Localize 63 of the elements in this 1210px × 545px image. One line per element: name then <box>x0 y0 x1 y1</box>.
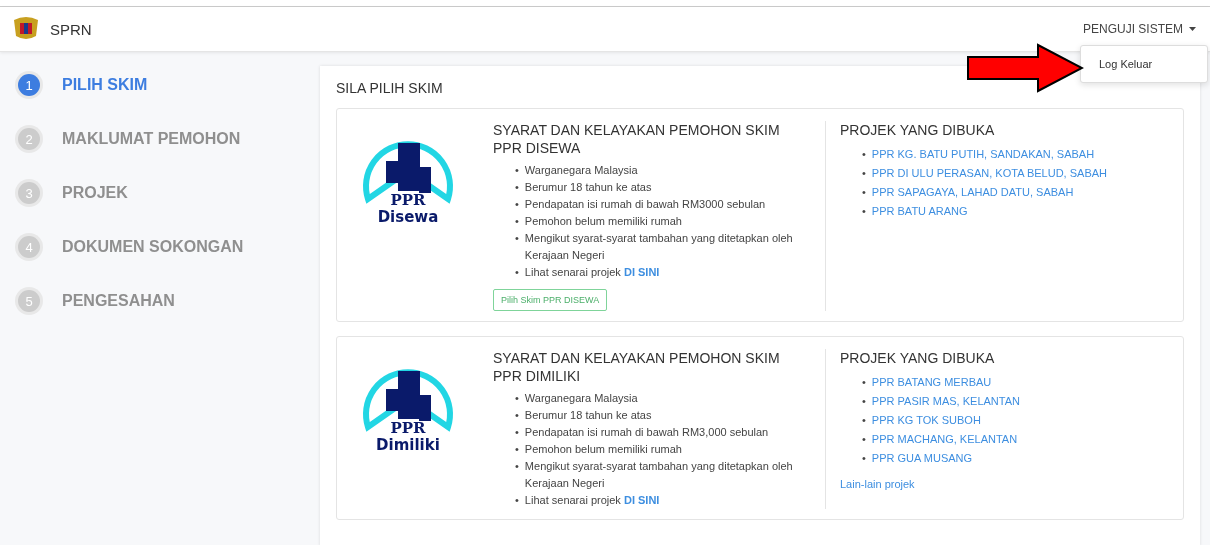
panel-heading: SILA PILIH SKIM <box>336 80 444 96</box>
requirement-item: Pendapatan isi rumah di bawah RM3,000 sebulan <box>524 425 769 440</box>
requirement-item: Lihat senarai projek DI SINI <box>524 265 660 280</box>
scheme-title: SYARAT DAN KELAYAKAN PEMOHON SKIM PPR DISEWA <box>493 121 781 157</box>
requirement-item: Lihat senarai projek DI SINI <box>524 493 660 508</box>
bullet: • <box>862 166 866 181</box>
brand-name[interactable]: SPRN <box>50 20 92 38</box>
bullet: • <box>862 204 866 219</box>
bullet: • <box>862 432 866 447</box>
requirement-item: Pendapatan isi rumah di bawah RM3000 sebulan <box>524 197 766 212</box>
select-scheme-button[interactable]: Pilih Skim PPR DISEWA <box>493 289 608 311</box>
step-label[interactable]: PILIH SKIM <box>62 76 148 94</box>
projects-heading: PROJEK YANG DIBUKA <box>840 349 996 367</box>
scheme-title: SYARAT DAN KELAYAKAN PEMOHON SKIM PPR DIMILIKI <box>493 349 781 385</box>
project-link[interactable]: PPR PASIR MAS, KELANTAN <box>871 392 1020 411</box>
bullet: • <box>515 163 519 178</box>
bullet: • <box>515 231 519 246</box>
bullet: • <box>515 425 519 440</box>
project-link[interactable]: PPR KG. BATU PUTIH, SANDAKAN, SABAH <box>871 145 1095 164</box>
bullet: • <box>862 375 866 390</box>
project-link[interactable]: PPR BATANG MERBAU <box>871 373 992 392</box>
bullet: • <box>862 185 866 200</box>
project-link[interactable]: PPR BATU ARANG <box>871 202 968 221</box>
requirement-item: Pemohon belum memiliki rumah <box>524 214 682 229</box>
bullet: • <box>515 442 519 457</box>
bullet: • <box>515 180 519 195</box>
bullet: • <box>515 265 519 280</box>
bullet: • <box>515 214 519 229</box>
step-label[interactable]: PENGESAHAN <box>62 292 175 310</box>
scheme-logo: PPR Dimiliki <box>353 349 463 453</box>
project-link[interactable]: PPR DI ULU PERASAN, KOTA BELUD, SABAH <box>871 164 1107 183</box>
requirement-item: Warganegara Malaysia <box>524 391 638 406</box>
bullet: • <box>515 459 519 474</box>
step-number: 1 <box>18 74 40 96</box>
bullet: • <box>862 413 866 428</box>
bullet: • <box>862 451 866 466</box>
here-link[interactable]: DI SINI <box>623 266 660 278</box>
here-link[interactable]: DI SINI <box>623 494 660 506</box>
project-link[interactable]: PPR MACHANG, KELANTAN <box>871 430 1018 449</box>
step-label[interactable]: DOKUMEN SOKONGAN <box>62 238 244 256</box>
requirement-item: Pemohon belum memiliki rumah <box>524 442 682 457</box>
requirement-item: Mengikut syarat-syarat tambahan yang ditetapkan oleh Kerajaan Negeri <box>524 231 794 263</box>
project-link[interactable]: PPR SAPAGAYA, LAHAD DATU, SABAH <box>871 183 1074 202</box>
scheme-logo: PPR Disewa <box>353 121 463 225</box>
logout-menu-item[interactable]: Log Keluar <box>1081 52 1207 76</box>
caret-icon <box>1189 27 1196 31</box>
project-link[interactable]: PPR KG TOK SUBOH <box>871 411 981 430</box>
step-label[interactable]: MAKLUMAT PEMOHON <box>62 130 241 148</box>
step-label[interactable]: PROJEK <box>62 184 128 202</box>
bullet: • <box>862 394 866 409</box>
requirement-item: Warganegara Malaysia <box>524 163 638 178</box>
more-projects-link[interactable]: Lain-lain projek <box>840 478 915 490</box>
bullet: • <box>515 391 519 406</box>
projects-heading: PROJEK YANG DIBUKA <box>840 121 996 139</box>
project-link[interactable]: PPR GUA MUSANG <box>871 449 973 468</box>
bullet: • <box>862 147 866 162</box>
requirement-item: Mengikut syarat-syarat tambahan yang ditetapkan oleh Kerajaan Negeri <box>524 459 794 491</box>
user-menu[interactable]: PENGUJI SISTEM <box>1083 22 1196 36</box>
bullet: • <box>515 197 519 212</box>
requirement-item: Berumur 18 tahun ke atas <box>524 180 652 195</box>
bullet: • <box>515 408 519 423</box>
requirement-item: Berumur 18 tahun ke atas <box>524 408 652 423</box>
bullet: • <box>515 493 519 508</box>
